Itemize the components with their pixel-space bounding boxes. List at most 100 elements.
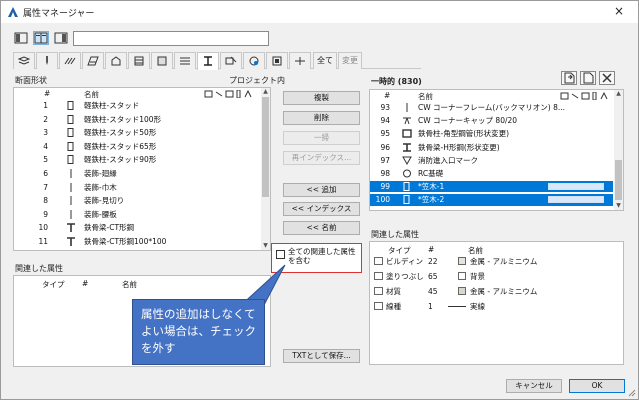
left-list-row[interactable]: 2 軽鉄柱-スタッド100形 <box>14 114 260 125</box>
tab-layers-icon[interactable] <box>13 52 35 69</box>
related-num: 65 <box>428 272 438 281</box>
right-scrollbar[interactable]: ▲ ▼ <box>614 90 623 210</box>
right-list-row[interactable]: 98 RC基礎 <box>370 168 613 179</box>
left-profile-list[interactable]: # 名前 1 軽鉄柱-スタッド 2 軽鉄柱-スタッド100形 3 軽鉄柱-スタッド50形 4… <box>13 87 271 251</box>
tab-surfaces-icon[interactable] <box>243 52 265 69</box>
tab-fills-icon[interactable] <box>82 52 104 69</box>
reindex-button[interactable]: 再インデックス... <box>283 151 360 165</box>
tab-changes[interactable]: 変更 <box>338 52 362 69</box>
resize-grip-icon[interactable] <box>628 389 636 397</box>
right-panel-view-icon[interactable] <box>53 31 69 45</box>
tri-profile-icon <box>402 156 412 165</box>
row-name: 軽鉄柱-スタッド50形 <box>84 128 157 138</box>
row-number: 99 <box>380 182 390 192</box>
right-related-list[interactable]: タイプ # 名前 ビルディン 22 金属 - アルミニウム 塗りつぶし 65 背景 材質 45… <box>369 241 624 365</box>
related-attribute-row[interactable]: 線種 1 実線 <box>370 301 623 312</box>
new-file-icon[interactable] <box>580 71 596 85</box>
tab-building-materials-icon[interactable] <box>105 52 127 69</box>
row-number: 3 <box>43 128 48 138</box>
right-profile-list[interactable]: # 名前 93 CW コーナーフレーム(バックマリオン) 8... 94 CW コーナ… <box>369 89 624 211</box>
left-list-row[interactable]: 5 軽鉄柱-スタッド90形 <box>14 154 260 165</box>
scroll-down-icon[interactable]: ▼ <box>261 242 270 250</box>
unify-button[interactable]: 一掃 <box>283 131 360 145</box>
right-list-row[interactable]: 100 *笠木-2 <box>370 194 613 206</box>
row-number: 4 <box>43 141 48 151</box>
import-icon[interactable] <box>561 71 577 85</box>
tab-zone-categories-icon[interactable] <box>174 52 196 69</box>
scroll-thumb[interactable] <box>262 97 269 197</box>
left-list-row[interactable]: 10 鉄骨梁-CT形鋼 <box>14 222 260 233</box>
line-profile-icon <box>70 169 72 178</box>
ok-button[interactable]: OK <box>569 379 625 393</box>
line-profile-icon <box>70 182 72 192</box>
tee-profile-icon <box>67 237 75 246</box>
include-related-checkbox[interactable] <box>276 250 285 259</box>
app-icon <box>8 7 18 17</box>
row-number: 5 <box>43 155 48 165</box>
related-attribute-row[interactable]: 材質 45 金属 - アルミニウム <box>370 286 623 297</box>
left-panel-view-icon[interactable] <box>13 31 29 45</box>
right-list-row[interactable]: 95 鉄骨柱-角型鋼管(形状変更) <box>370 128 613 139</box>
left-list-row[interactable]: 3 軽鉄柱-スタッド50形 <box>14 127 260 138</box>
tab-profiles-icon[interactable] <box>197 52 219 70</box>
related-attribute-row[interactable]: 塗りつぶし 65 背景 <box>370 271 623 282</box>
related-type: 線種 <box>386 302 401 311</box>
row-number: 2 <box>43 114 48 124</box>
tab-markup-styles-icon[interactable] <box>220 52 242 69</box>
scroll-up-icon[interactable]: ▲ <box>614 90 623 98</box>
left-list-row[interactable]: 11 鉄骨梁-CT形鋼100*100 <box>14 236 260 247</box>
row-number: 7 <box>43 182 48 192</box>
row-name: *笠木-1 <box>418 182 445 192</box>
left-list-row[interactable]: 6 装飾-廻縁 <box>14 168 260 179</box>
close-icon[interactable]: × <box>614 4 624 18</box>
split-view-icon[interactable] <box>33 31 49 45</box>
rect-profile-icon <box>67 101 74 110</box>
right-list-row[interactable]: 93 CW コーナーフレーム(バックマリオン) 8... <box>370 102 613 113</box>
row-name: 軽鉄柱-スタッド90形 <box>84 155 157 165</box>
tab-complex-profiles-icon[interactable] <box>151 52 173 69</box>
right-list-row[interactable]: 99 *笠木-1 <box>370 181 613 193</box>
tab-pens-icon[interactable] <box>36 52 58 69</box>
save-as-txt-button[interactable]: TXTとして保存... <box>283 349 360 363</box>
col-name: 名前 <box>84 90 99 99</box>
index-button[interactable]: << インデックス <box>283 202 360 216</box>
left-list-row[interactable]: 4 軽鉄柱-スタッド65形 <box>14 141 260 152</box>
name-button[interactable]: << 名前 <box>283 221 360 235</box>
tab-linetypes-icon[interactable] <box>59 52 81 69</box>
left-panel-header: 断面形状 <box>15 76 47 85</box>
tab-composites-icon[interactable] <box>128 52 150 69</box>
add-button[interactable]: << 追加 <box>283 183 360 197</box>
delete-button[interactable]: 削除 <box>283 111 360 125</box>
scroll-down-icon[interactable]: ▼ <box>614 202 623 210</box>
duplicate-button[interactable]: 複製 <box>283 91 360 105</box>
column-type-icons <box>560 92 608 100</box>
scroll-thumb[interactable] <box>615 160 622 200</box>
row-name: RC基礎 <box>418 169 444 178</box>
row-name: CW コーナーフレーム(バックマリオン) 8... <box>418 103 566 112</box>
left-scrollbar[interactable]: ▲ ▼ <box>261 88 270 250</box>
related-attribute-row[interactable]: ビルディン 22 金属 - アルミニウム <box>370 256 623 267</box>
tab-all[interactable]: 全て <box>313 52 337 69</box>
cancel-button[interactable]: キャンセル <box>506 379 562 393</box>
left-list-row[interactable]: 7 装飾-巾木 <box>14 182 260 193</box>
column-type-icons <box>204 90 252 98</box>
left-list-row[interactable]: 8 装飾-見切り <box>14 195 260 206</box>
row-number: 98 <box>380 169 390 178</box>
scroll-up-icon[interactable]: ▲ <box>261 88 270 96</box>
remove-icon[interactable] <box>599 71 615 85</box>
row-number: 97 <box>380 155 390 165</box>
right-list-row[interactable]: 97 消防進入口マーク <box>370 155 613 166</box>
right-list-row[interactable]: 96 鉄骨梁-H形鋼(形状変更) <box>370 142 613 153</box>
row-name: 装飾-見切り <box>84 196 125 206</box>
tab-mep-systems-icon[interactable] <box>289 52 311 69</box>
row-name: CW コーナーキャップ 80/20 <box>418 116 518 126</box>
left-list-row[interactable]: 1 軽鉄柱-スタッド <box>14 100 260 111</box>
row-name: 軽鉄柱-スタッド100形 <box>84 114 162 124</box>
circle-profile-icon <box>403 169 411 178</box>
right-list-row[interactable]: 94 CW コーナーキャップ 80/20 <box>370 115 613 126</box>
left-list-row[interactable]: 9 装飾-腰板 <box>14 209 260 220</box>
selected-flags <box>548 183 604 191</box>
search-input[interactable] <box>73 31 269 46</box>
row-number: 11 <box>38 237 48 246</box>
tab-operation-profiles-icon[interactable] <box>266 52 288 69</box>
